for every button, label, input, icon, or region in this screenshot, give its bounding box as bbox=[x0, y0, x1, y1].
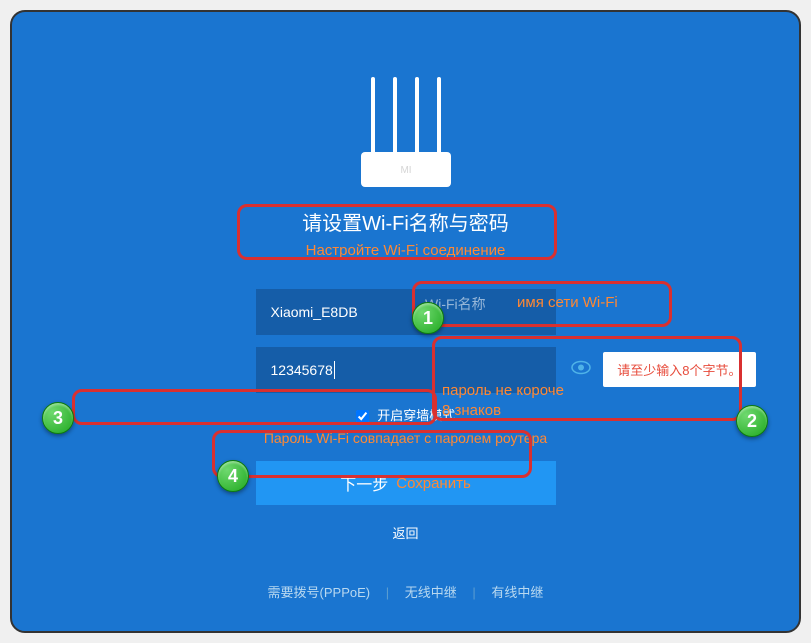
badge-2: 2 bbox=[736, 405, 768, 437]
password-annotation-2: 8 знаков bbox=[442, 402, 501, 419]
badge-3: 3 bbox=[42, 402, 74, 434]
next-button[interactable]: 下一步 Сохранить bbox=[256, 461, 556, 505]
divider: | bbox=[466, 585, 481, 600]
text-cursor bbox=[334, 361, 335, 379]
badge-1: 1 bbox=[412, 302, 444, 334]
wifi-name-annotation: имя сети Wi-Fi bbox=[517, 294, 618, 311]
wifi-name-field[interactable] bbox=[271, 304, 541, 320]
next-button-label: 下一步 bbox=[340, 471, 388, 495]
page-subtitle: Настройте Wi-Fi соединение bbox=[226, 242, 586, 259]
password-error: 请至少输入8个字节。 bbox=[603, 352, 755, 387]
same-password-note: Пароль Wi-Fi совпадает с паролем роутера bbox=[226, 430, 586, 446]
save-label: Сохранить bbox=[396, 475, 471, 492]
footer-wireless[interactable]: 无线中继 bbox=[399, 585, 463, 600]
footer-links: 需要拨号(PPPoE) | 无线中继 | 有线中继 bbox=[262, 582, 550, 601]
eye-icon[interactable] bbox=[571, 361, 591, 380]
wall-mode-checkbox-row[interactable]: 开启穿墙模式 bbox=[226, 405, 586, 424]
wifi-password-value: 12345678 bbox=[271, 362, 333, 378]
router-icon: MI bbox=[336, 67, 476, 197]
setup-panel: MI 请设置Wi-Fi名称与密码 Настройте Wi-Fi соедине… bbox=[10, 10, 801, 633]
divider: | bbox=[380, 585, 395, 600]
wifi-name-input[interactable] bbox=[256, 289, 556, 335]
svg-text:MI: MI bbox=[400, 165, 411, 176]
password-annotation-1: пароль не короче bbox=[442, 382, 564, 399]
footer-pppoe[interactable]: 需要拨号(PPPoE) bbox=[262, 585, 377, 600]
page-title: 请设置Wi-Fi名称与密码 bbox=[226, 207, 586, 236]
badge-4: 4 bbox=[217, 460, 249, 492]
footer-wired[interactable]: 有线中继 bbox=[485, 585, 549, 600]
wall-mode-checkbox[interactable] bbox=[356, 410, 369, 423]
back-link[interactable]: 返回 bbox=[392, 523, 418, 542]
